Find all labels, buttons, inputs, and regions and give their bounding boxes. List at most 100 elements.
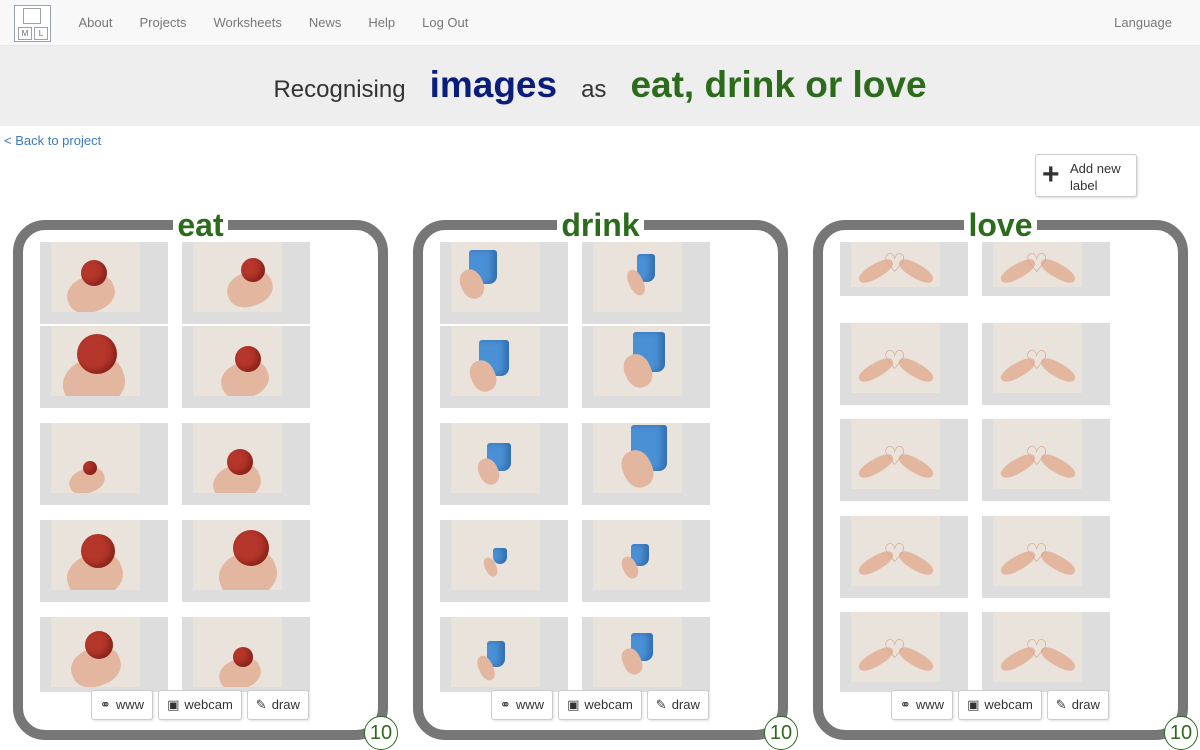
image-photo: [593, 617, 682, 687]
training-image[interactable]: ♡: [840, 515, 968, 598]
training-image[interactable]: ♡: [840, 419, 968, 502]
training-image[interactable]: [440, 617, 568, 692]
draw-button[interactable]: ✎ draw: [646, 690, 709, 720]
www-button-label: www: [515, 697, 545, 712]
www-button[interactable]: ⚭ www: [91, 690, 154, 720]
webcam-button-label: webcam: [184, 697, 233, 712]
image-photo: ♡: [851, 515, 940, 586]
training-image[interactable]: [40, 520, 168, 602]
link-icon: ⚭: [900, 697, 911, 712]
back-to-project-link[interactable]: < Back to project: [4, 133, 101, 148]
image-photo: [193, 242, 282, 312]
logo-letter-l: L: [34, 27, 48, 40]
image-photo: [593, 242, 682, 312]
image-photo: [193, 617, 282, 687]
nav-projects[interactable]: Projects: [126, 0, 200, 46]
training-image[interactable]: [182, 617, 310, 692]
webcam-button-label: webcam: [584, 697, 633, 712]
webcam-button[interactable]: ▣ webcam: [558, 690, 642, 720]
image-photo: [51, 242, 140, 312]
draw-button-label: draw: [671, 697, 700, 712]
training-image[interactable]: [182, 326, 310, 408]
bucket-label[interactable]: eat: [173, 207, 228, 243]
link-icon: ⚭: [500, 697, 511, 712]
image-photo: [451, 423, 540, 493]
image-photo: ♡: [851, 419, 940, 490]
banner-connector: as: [581, 76, 607, 103]
training-image[interactable]: [182, 520, 310, 602]
image-photo: [193, 423, 282, 493]
project-banner: Recognising images as eat, drink or love: [0, 46, 1200, 126]
language-menu[interactable]: Language: [1114, 0, 1172, 46]
www-button[interactable]: ⚭ www: [891, 690, 954, 720]
training-image[interactable]: ♡: [982, 322, 1110, 405]
training-image[interactable]: [40, 242, 168, 324]
add-new-label-button[interactable]: + Add new label: [1035, 154, 1137, 197]
image-photo: [593, 520, 682, 590]
training-image[interactable]: [582, 617, 710, 692]
training-image-grid: ♡ ♡ ♡ ♡ ♡ ♡ ♡ ♡ ♡ ♡: [840, 242, 1130, 692]
webcam-button[interactable]: ▣ webcam: [958, 690, 1042, 720]
www-button[interactable]: ⚭ www: [491, 690, 554, 720]
nav-worksheets[interactable]: Worksheets: [200, 0, 295, 46]
training-image[interactable]: ♡: [982, 242, 1110, 296]
label-bucket-drink: drink ⚭ www ▣ webcam ✎ draw 10: [413, 207, 798, 750]
image-photo: [51, 617, 140, 687]
training-image[interactable]: ♡: [982, 612, 1110, 692]
webcam-button[interactable]: ▣ webcam: [158, 690, 242, 720]
link-icon: ⚭: [100, 697, 111, 712]
image-photo: [451, 617, 540, 687]
example-count-badge: 10: [1164, 716, 1198, 750]
add-example-buttons: ⚭ www ▣ webcam ✎ draw: [91, 690, 309, 720]
nav-logout[interactable]: Log Out: [409, 0, 482, 46]
pencil-icon: ✎: [655, 697, 667, 712]
camera-icon: ▣: [567, 697, 580, 712]
image-photo: [51, 423, 140, 493]
training-image[interactable]: [40, 326, 168, 408]
banner-labels: eat, drink or love: [630, 64, 927, 105]
training-image[interactable]: ♡: [840, 322, 968, 405]
training-image[interactable]: [582, 242, 710, 324]
image-photo: ♡: [993, 515, 1082, 586]
image-photo: [193, 520, 282, 590]
www-button-label: www: [115, 697, 145, 712]
training-image[interactable]: ♡: [982, 515, 1110, 598]
training-image[interactable]: [582, 423, 710, 505]
bucket-label[interactable]: love: [964, 207, 1037, 243]
label-bucket-love: love ♡ ♡ ♡ ♡ ♡ ♡ ♡ ♡ ♡ ♡ ⚭ www ▣ webcam ✎ draw 10: [813, 207, 1198, 750]
nav-about[interactable]: About: [65, 0, 126, 46]
bucket-title: love: [823, 207, 1178, 243]
logo-box: [23, 8, 41, 24]
draw-button-label: draw: [1071, 697, 1100, 712]
nav-news[interactable]: News: [295, 0, 355, 46]
training-image[interactable]: [440, 326, 568, 408]
training-image[interactable]: [40, 423, 168, 505]
training-image[interactable]: [440, 520, 568, 602]
training-image[interactable]: [582, 520, 710, 602]
nav-links: About Projects Worksheets News Help Log …: [65, 0, 482, 46]
training-image[interactable]: ♡: [982, 419, 1110, 502]
training-image[interactable]: [582, 326, 710, 408]
draw-button[interactable]: ✎ draw: [246, 690, 309, 720]
training-image[interactable]: [182, 242, 310, 324]
training-image[interactable]: [40, 617, 168, 692]
ml-logo[interactable]: M L: [14, 5, 51, 42]
image-photo: [451, 242, 540, 312]
example-count-badge: 10: [364, 716, 398, 750]
pencil-icon: ✎: [1055, 697, 1067, 712]
camera-icon: ▣: [167, 697, 180, 712]
training-image[interactable]: ♡: [840, 612, 968, 692]
image-photo: [51, 326, 140, 396]
bucket-label[interactable]: drink: [557, 207, 644, 243]
training-image[interactable]: ♡: [840, 242, 968, 296]
image-photo: ♡: [993, 612, 1082, 683]
nav-help[interactable]: Help: [355, 0, 409, 46]
training-image[interactable]: [440, 242, 568, 324]
camera-icon: ▣: [967, 697, 980, 712]
draw-button[interactable]: ✎ draw: [1046, 690, 1109, 720]
training-image[interactable]: [182, 423, 310, 505]
training-image-grid: [440, 242, 730, 692]
plus-icon: +: [1042, 158, 1060, 191]
training-image[interactable]: [440, 423, 568, 505]
add-example-buttons: ⚭ www ▣ webcam ✎ draw: [491, 690, 709, 720]
